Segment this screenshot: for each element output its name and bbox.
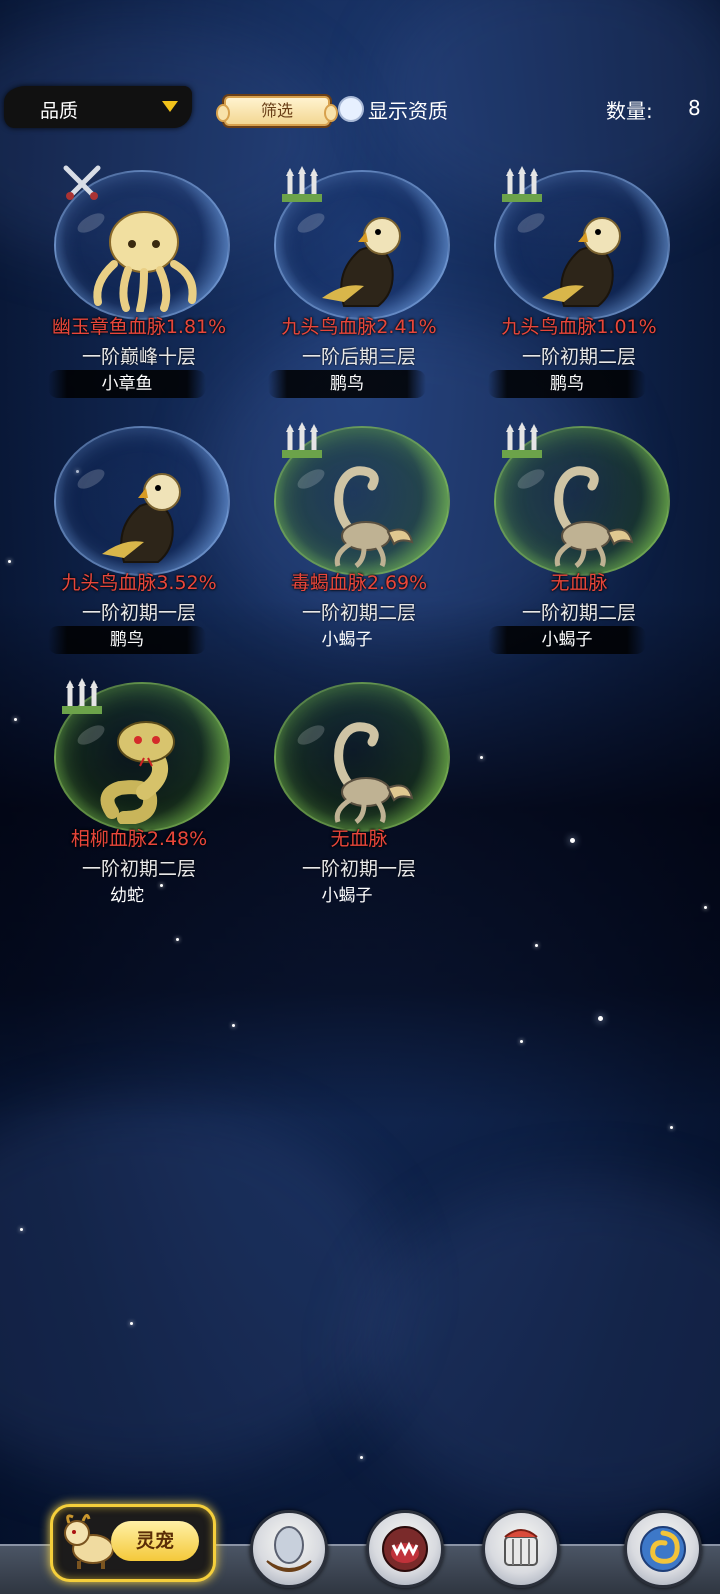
pet-card[interactable]: 九头鸟血脉3.52% 一阶初期一层 鹏鸟 <box>30 420 248 670</box>
pet-card[interactable]: 幽玉章鱼血脉1.81% 一阶巅峰十层 小章鱼 <box>30 164 248 414</box>
species-name: 鹏鸟 <box>268 370 426 398</box>
pet-card[interactable]: 无血脉 一阶初期一层 小蝎子 <box>250 676 468 926</box>
pet-card[interactable]: 毒蝎血脉2.69% 一阶初期二层 小蝎子 <box>250 420 468 670</box>
species-name: 鹏鸟 <box>488 370 646 398</box>
bloodline-text: 九头鸟血脉1.01% <box>501 316 657 338</box>
octopus-icon <box>93 211 197 312</box>
bloodline-text: 相柳血脉2.48% <box>70 828 208 850</box>
triple-arrow-rank-icon <box>62 678 102 714</box>
swirl-icon <box>640 1526 686 1572</box>
bloodline-text: 九头鸟血脉2.41% <box>281 316 437 338</box>
crossed-swords-icon <box>63 165 101 200</box>
nav-tab-cage[interactable] <box>482 1510 560 1588</box>
eagle-icon <box>102 473 181 563</box>
bloodline-text: 无血脉 <box>330 828 388 850</box>
triple-arrow-rank-icon <box>282 166 322 202</box>
nav-tab-spirit-pet[interactable]: 灵宠 <box>50 1504 216 1582</box>
bloodline-text: 无血脉 <box>550 572 608 594</box>
realm-text: 一阶初期二层 <box>521 346 636 368</box>
nav-tab-swirl[interactable] <box>624 1510 702 1588</box>
species-name: 小蝎子 <box>321 886 373 906</box>
scorpion-icon <box>334 722 414 824</box>
realm-text: 一阶初期二层 <box>521 602 636 624</box>
species-name: 鹏鸟 <box>48 626 206 654</box>
realm-text: 一阶初期二层 <box>301 602 416 624</box>
scorpion-icon <box>334 466 414 568</box>
pet-card[interactable]: 九头鸟血脉1.01% 一阶初期二层 鹏鸟 <box>470 164 688 414</box>
scorpion-icon <box>554 466 634 568</box>
nav-tab-monster[interactable] <box>366 1510 444 1588</box>
bloodline-text: 幽玉章鱼血脉1.81% <box>51 316 227 338</box>
bloodline-text: 九头鸟血脉3.52% <box>61 572 217 594</box>
pet-card[interactable]: 相柳血脉2.48% 一阶初期二层 幼蛇 <box>30 676 248 926</box>
egg-nest-icon <box>266 1526 312 1573</box>
pet-grid: 幽玉章鱼血脉1.81% 一阶巅峰十层 小章鱼 九头鸟血脉2.41% 一阶后期三层… <box>0 0 720 950</box>
cage-icon <box>504 1529 538 1566</box>
snake-icon <box>100 721 175 824</box>
pet-card[interactable]: 无血脉 一阶初期二层 小蝎子 <box>470 420 688 670</box>
bottom-nav: 灵宠 <box>0 1496 720 1594</box>
realm-text: 一阶后期三层 <box>301 346 416 368</box>
species-name: 小章鱼 <box>48 370 206 398</box>
eagle-icon <box>542 217 621 307</box>
triple-arrow-rank-icon <box>502 166 542 202</box>
realm-text: 一阶初期一层 <box>301 858 416 880</box>
triple-arrow-rank-icon <box>502 422 542 458</box>
monster-mouth-icon <box>382 1526 428 1572</box>
eagle-icon <box>322 217 401 307</box>
species-name: 小蝎子 <box>321 630 373 650</box>
nav-tab-label: 灵宠 <box>111 1521 199 1561</box>
species-name: 小蝎子 <box>488 626 646 654</box>
species-name: 幼蛇 <box>110 886 144 906</box>
nav-tab-egg[interactable] <box>250 1510 328 1588</box>
realm-text: 一阶巅峰十层 <box>81 346 196 368</box>
realm-text: 一阶初期二层 <box>81 858 196 880</box>
realm-text: 一阶初期一层 <box>81 602 196 624</box>
triple-arrow-rank-icon <box>282 422 322 458</box>
bloodline-text: 毒蝎血脉2.69% <box>290 572 428 594</box>
pet-card[interactable]: 九头鸟血脉2.41% 一阶后期三层 鹏鸟 <box>250 164 468 414</box>
